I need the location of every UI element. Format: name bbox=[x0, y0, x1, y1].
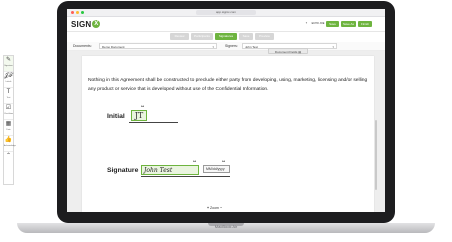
user-label[interactable]: ECHO JOE bbox=[311, 21, 325, 27]
thumbs-up-icon: 👍 bbox=[4, 137, 13, 143]
tool-label: Date bbox=[6, 129, 11, 131]
documents-value: Demo Document bbox=[102, 45, 125, 49]
finish-button[interactable]: Finish bbox=[358, 21, 372, 27]
document-fields-label: Document Fields bbox=[274, 50, 298, 54]
chevron-down-icon: ▾ bbox=[332, 45, 334, 49]
tool-initials[interactable]: 𝒥ℱ Initials bbox=[4, 72, 13, 88]
minimize-dot-icon[interactable] bbox=[76, 11, 79, 14]
signers-label: Signers: bbox=[225, 44, 238, 48]
signature-field[interactable]: John Test bbox=[141, 165, 199, 175]
signature-line bbox=[141, 176, 230, 177]
page-area bbox=[67, 51, 385, 212]
initial-line bbox=[129, 122, 178, 123]
document-selector-row: Documents: Demo Document ▾ Signers: John… bbox=[67, 42, 385, 51]
save-button[interactable]: Save bbox=[326, 21, 339, 27]
zoom-label: Zoom bbox=[210, 206, 219, 210]
signix-logo[interactable]: SIGN X bbox=[71, 20, 101, 29]
tool-text[interactable]: T Text bbox=[4, 88, 13, 104]
tool-label: Checkbox bbox=[4, 113, 13, 115]
tool-signature[interactable]: ✎ Signature bbox=[4, 56, 13, 72]
browser-bar: app.signix.com bbox=[67, 9, 385, 17]
signature-label: Signature bbox=[107, 167, 139, 174]
date-field[interactable]: MM/dd/yyyy bbox=[203, 165, 230, 173]
initial-label: Initial bbox=[107, 113, 125, 120]
chevron-down-icon: ▾ bbox=[212, 45, 214, 49]
signers-value: John Test bbox=[245, 45, 258, 49]
document-fields-button[interactable]: Document Fields ▤ bbox=[268, 48, 308, 54]
app-header: SIGN X ? ECHO JOE Save Save As Finish bbox=[67, 17, 385, 32]
tab-save[interactable]: Save bbox=[239, 33, 253, 40]
pen-nib-icon: ✎ bbox=[5, 57, 12, 63]
tab-review[interactable]: Review bbox=[170, 33, 189, 40]
tool-label: Acknowledge bbox=[4, 145, 16, 147]
tab-signatures[interactable]: Signatures bbox=[215, 33, 237, 40]
field-toolbar: ✎ Signature 𝒥ℱ Initials T Text ☑ Checkbo… bbox=[3, 55, 16, 185]
logo-mark: X bbox=[92, 20, 101, 28]
tool-acknowledge[interactable]: 👍 Acknowledge bbox=[4, 136, 16, 152]
screen: app.signix.com SIGN X ? ECHO JOE Save Sav… bbox=[67, 9, 385, 212]
required-marker: ** bbox=[193, 159, 197, 164]
zoom-in-button[interactable]: + bbox=[207, 206, 209, 210]
initials-icon: 𝒥ℱ bbox=[4, 73, 13, 79]
scrollbar[interactable] bbox=[375, 120, 377, 190]
tool-checkbox[interactable]: ☑ Checkbox bbox=[4, 104, 13, 120]
save-as-button[interactable]: Save As bbox=[341, 21, 356, 27]
chevron-up-icon: ⌃ bbox=[5, 153, 12, 159]
agreement-paragraph: Nothing in this Agreement shall be const… bbox=[88, 78, 368, 92]
logo-text: SIGN bbox=[71, 20, 92, 29]
required-marker: ** bbox=[222, 159, 226, 164]
checkbox-icon: ☑ bbox=[5, 105, 12, 111]
documents-label: Documents: bbox=[73, 44, 92, 48]
tool-label: Signature bbox=[4, 65, 13, 67]
documents-select[interactable]: Demo Document ▾ bbox=[99, 43, 217, 49]
required-marker: ** bbox=[141, 104, 145, 109]
tool-date[interactable]: ▦ Date bbox=[4, 120, 13, 136]
address-bar[interactable]: app.signix.com bbox=[196, 10, 256, 15]
zoom-out-button[interactable]: − bbox=[220, 206, 222, 210]
tab-participants[interactable]: Participants bbox=[191, 33, 213, 40]
zoom-control: + Zoom − bbox=[207, 206, 222, 210]
laptop-base: MacBook Air bbox=[17, 223, 435, 233]
initial-field[interactable]: JT bbox=[131, 110, 147, 121]
date-icon: ▦ bbox=[5, 121, 12, 127]
tool-label: Initials bbox=[5, 81, 12, 83]
text-icon: T bbox=[6, 89, 11, 95]
maximize-dot-icon[interactable] bbox=[81, 11, 84, 14]
tab-preview[interactable]: Preview bbox=[255, 33, 274, 40]
tool-label: Text bbox=[6, 97, 11, 99]
laptop-label: MacBook Air bbox=[214, 224, 238, 229]
tool-collapse[interactable]: ⌃ bbox=[4, 152, 13, 167]
close-dot-icon[interactable] bbox=[71, 11, 74, 14]
